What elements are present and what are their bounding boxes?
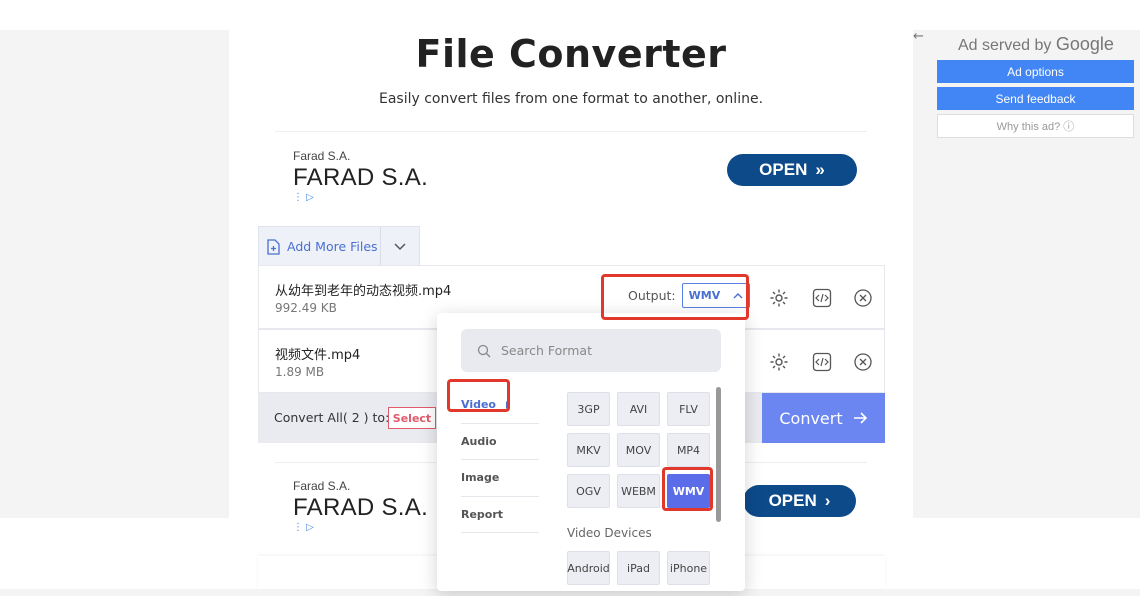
left-gutter (0, 30, 229, 518)
ad-open-label: OPEN (759, 160, 808, 179)
category-image[interactable]: Image (461, 460, 539, 497)
format-mp4[interactable]: MP4 (667, 433, 710, 467)
format-webm[interactable]: WEBM (617, 474, 660, 508)
code-embed-icon[interactable] (812, 352, 832, 372)
device-android[interactable]: Android (567, 551, 610, 585)
ad-open-button[interactable]: OPEN › (743, 485, 856, 517)
file-size: 1.89 MB (275, 365, 325, 379)
format-dropdown: Search Format Video Audio Image Report 3… (437, 313, 745, 591)
send-feedback-button[interactable]: Send feedback (937, 87, 1134, 110)
output-format-value: WMV (688, 289, 721, 302)
chevron-down-icon (394, 242, 406, 250)
search-format-input[interactable]: Search Format (461, 329, 721, 372)
chevron-up-icon (733, 292, 743, 298)
format-category-list: Video Audio Image Report (461, 387, 539, 533)
caret-right-icon (505, 400, 510, 409)
add-more-files-button[interactable]: Add More Files (259, 227, 381, 266)
format-grid: 3GP AVI FLV MKV MOV MP4 OGV WEBM WMV (567, 392, 710, 508)
device-ipad[interactable]: iPad (617, 551, 660, 585)
gear-icon[interactable] (769, 352, 789, 372)
convert-button[interactable]: Convert (762, 393, 885, 443)
page-title: File Converter (415, 32, 727, 76)
back-arrow-icon[interactable]: ← (913, 29, 924, 44)
code-embed-icon[interactable] (812, 288, 832, 308)
why-this-ad-button[interactable]: Why this ad? ⓘ (937, 114, 1134, 138)
device-iphone[interactable]: iPhone (667, 551, 710, 585)
category-report[interactable]: Report (461, 497, 539, 533)
add-more-files-label: Add More Files (287, 239, 378, 254)
output-format-group: Output: WMV (628, 283, 750, 308)
format-mkv[interactable]: MKV (567, 433, 610, 467)
video-devices-label: Video Devices (567, 526, 652, 540)
add-files-bar: Add More Files (258, 226, 420, 266)
google-wordmark: Google (1055, 34, 1114, 54)
ad-advertiser-small: Farad S.A. (293, 149, 351, 163)
convert-all-select[interactable]: Select (388, 407, 436, 429)
format-avi[interactable]: AVI (617, 392, 660, 426)
format-flv[interactable]: FLV (667, 392, 710, 426)
search-placeholder: Search Format (501, 343, 592, 358)
dropdown-scrollbar[interactable] (716, 387, 721, 522)
device-grid: Android iPad iPhone (567, 551, 710, 585)
add-file-icon (267, 238, 280, 255)
adchoices-icon[interactable]: ⋮ ▷ (293, 522, 314, 533)
close-icon[interactable] (853, 288, 873, 308)
ad-options-button[interactable]: Ad options (937, 60, 1134, 83)
page-subtitle: Easily convert files from one format to … (378, 91, 764, 107)
ad-open-button[interactable]: OPEN » (727, 154, 857, 186)
format-wmv[interactable]: WMV (667, 474, 710, 508)
chevron-right-icon: › (824, 491, 831, 510)
add-files-dropdown[interactable] (381, 242, 419, 251)
convert-label: Convert (779, 408, 843, 428)
convert-all-label: Convert All( 2 ) to: (274, 410, 390, 425)
arrow-right-icon (853, 412, 867, 424)
file-name: 从幼年到老年的动态视频.mp4 (275, 284, 452, 299)
ad-advertiser-small: Farad S.A. (293, 479, 351, 493)
category-audio[interactable]: Audio (461, 424, 539, 460)
file-name: 视频文件.mp4 (275, 348, 361, 363)
ad-open-label: OPEN (768, 491, 817, 510)
ad-banner-top[interactable]: Farad S.A. FARAD S.A. ⋮ ▷ OPEN » (275, 131, 867, 203)
format-mov[interactable]: MOV (617, 433, 660, 467)
close-icon[interactable] (853, 352, 873, 372)
format-ogv[interactable]: OGV (567, 474, 610, 508)
output-format-select[interactable]: WMV (681, 283, 750, 308)
ad-served-by: Ad served by Google (958, 34, 1114, 54)
file-size: 992.49 KB (275, 301, 337, 315)
output-label: Output: (628, 288, 676, 303)
adchoices-icon[interactable]: ⋮ ▷ (293, 192, 314, 203)
ad-advertiser-name: FARAD S.A. (293, 494, 429, 521)
format-3gp[interactable]: 3GP (567, 392, 610, 426)
search-icon (477, 344, 491, 357)
gear-icon[interactable] (769, 288, 789, 308)
double-chevron-right-icon: » (815, 160, 825, 179)
ad-advertiser-name: FARAD S.A. (293, 164, 429, 191)
category-video[interactable]: Video (461, 387, 539, 424)
